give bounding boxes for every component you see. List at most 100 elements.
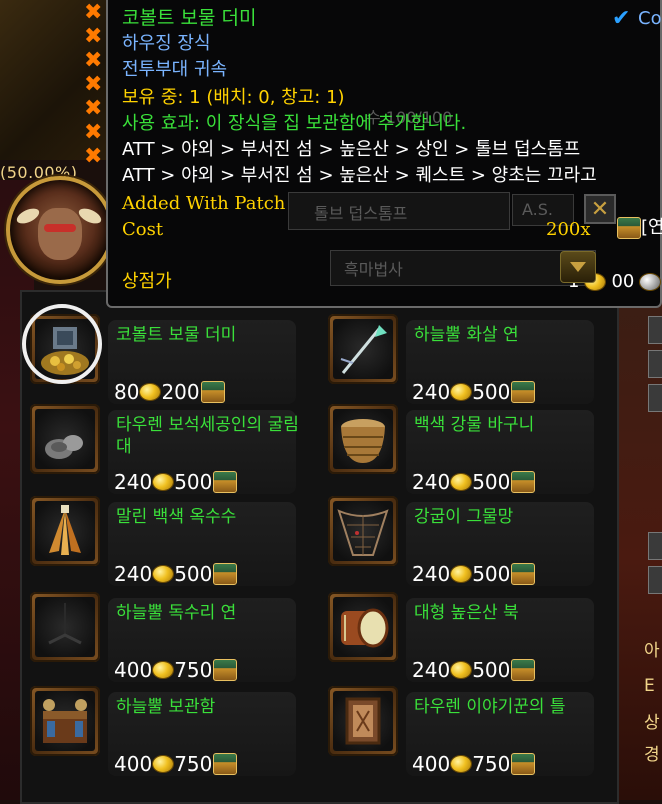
- tooltip-cost-label: Cost: [122, 219, 164, 240]
- storage-chest-icon: [35, 691, 95, 751]
- tooltip-cost-currency: [연: [616, 216, 662, 240]
- right-tab: 경: [644, 745, 660, 765]
- tooltip-binding: 전투부대 귀속: [122, 59, 228, 80]
- currency-chest-icon: [213, 753, 238, 775]
- item-name: 대형 높은산 북: [414, 603, 519, 623]
- item-price: 240 500: [114, 562, 238, 586]
- currency-chest-icon: [511, 563, 536, 585]
- right-tab: 상: [644, 713, 660, 733]
- gold-coin-icon: [153, 566, 174, 582]
- item-icon-button[interactable]: [328, 686, 398, 756]
- right-checkbox[interactable]: [648, 532, 662, 560]
- merchant-item[interactable]: 강굽이 그물망 240 500: [328, 496, 598, 588]
- price-currency: 500: [174, 470, 213, 494]
- item-icon-button[interactable]: [328, 496, 398, 566]
- ghost-class-label: 흑마법사: [344, 260, 403, 279]
- item-name: 타우렌 이야기꾼의 틀: [414, 697, 566, 717]
- quest-x-icon: ✖: [84, 72, 103, 97]
- item-name: 말린 백색 옥수수: [116, 507, 237, 527]
- price-currency: 500: [472, 658, 511, 682]
- quest-x-icon: ✖: [84, 0, 103, 25]
- close-button[interactable]: ✕: [584, 194, 616, 224]
- price-gold: 240: [412, 380, 451, 404]
- merchant-item[interactable]: 타우렌 보석세공인의 굴림대 240 500: [30, 404, 300, 496]
- merchant-item[interactable]: 백색 강물 바구니 240 500: [328, 404, 598, 496]
- merchant-item[interactable]: 대형 높은산 북 240 500: [328, 592, 598, 684]
- quest-x-icon: ✖: [84, 48, 103, 73]
- merchant-item[interactable]: 하늘뿔 독수리 연 400 750: [30, 592, 300, 684]
- price-gold: 400: [114, 752, 153, 776]
- right-checkbox[interactable]: [648, 316, 662, 344]
- merchant-item[interactable]: 말린 백색 옥수수 240 500: [30, 496, 300, 588]
- price-gold: 400: [114, 658, 153, 682]
- item-name: 코볼트 보물 더미: [116, 325, 237, 345]
- gold-coin-icon: [451, 474, 472, 490]
- merchant-item[interactable]: 하늘뿔 보관함 400 750: [30, 686, 300, 778]
- price-currency: 500: [472, 562, 511, 586]
- right-checkbox[interactable]: [648, 566, 662, 594]
- price-currency: 750: [174, 752, 213, 776]
- item-price: 400 750: [114, 752, 238, 776]
- gold-coin-icon: [451, 662, 472, 678]
- item-price: 240 500: [412, 380, 536, 404]
- currency-chest-icon: [213, 659, 238, 681]
- price-gold: 240: [412, 658, 451, 682]
- fishing-net-icon: [333, 501, 393, 561]
- gold-coin-icon: [451, 384, 472, 400]
- price-gold: 240: [412, 470, 451, 494]
- gold-coin-icon: [451, 566, 472, 582]
- price-gold: 80: [114, 380, 140, 404]
- currency-chest-icon: [617, 217, 641, 239]
- gold-coin-icon: [153, 662, 174, 678]
- right-checkbox[interactable]: [648, 350, 662, 378]
- jeweler-roller-icon: [35, 409, 95, 469]
- price-gold: 240: [412, 562, 451, 586]
- right-checkbox[interactable]: [648, 384, 662, 412]
- item-name: 하늘뿔 보관함: [116, 697, 216, 717]
- currency-chest-icon: [511, 381, 536, 403]
- eagle-kite-icon: [35, 597, 95, 657]
- merchant-item[interactable]: 타우렌 이야기꾼의 틀 400 750: [328, 686, 598, 778]
- basket-icon: [333, 409, 393, 469]
- merchant-item[interactable]: 하늘뿔 화살 연 240 500: [328, 314, 598, 406]
- price-currency: 500: [472, 470, 511, 494]
- item-price: 240 500: [114, 470, 238, 494]
- item-name: 백색 강물 바구니: [414, 415, 535, 435]
- tooltip-category: 하우징 장식: [122, 33, 211, 54]
- gold-coin-icon: [140, 384, 161, 400]
- npc-portrait[interactable]: [6, 176, 114, 284]
- price-gold: 240: [114, 470, 153, 494]
- tauren-face-icon: [38, 208, 82, 260]
- item-price: 400 750: [114, 658, 238, 682]
- currency-chest-icon: [511, 471, 536, 493]
- gold-coin-icon: [153, 756, 174, 772]
- quest-x-icon: ✖: [84, 96, 103, 121]
- item-icon-button[interactable]: [328, 404, 398, 474]
- item-icon-button[interactable]: [328, 314, 398, 384]
- right-tab: E: [644, 676, 655, 696]
- currency-chest-icon: [213, 471, 238, 493]
- quest-x-icon: ✖: [84, 120, 103, 145]
- item-icon-button[interactable]: [30, 404, 100, 474]
- price-currency: 500: [472, 380, 511, 404]
- price-gold: 400: [412, 752, 451, 776]
- item-icon-button[interactable]: [30, 496, 100, 566]
- item-icon-button[interactable]: [30, 686, 100, 756]
- price-currency: 500: [174, 562, 213, 586]
- quest-x-icon: ✖: [84, 24, 103, 49]
- item-icon-button[interactable]: [30, 592, 100, 662]
- item-price: 400 750: [412, 752, 536, 776]
- currency-chest-icon: [511, 753, 536, 775]
- item-price: 240 500: [412, 470, 536, 494]
- tooltip-title: 코볼트 보물 더미: [122, 7, 257, 29]
- storyteller-frame-icon: [333, 691, 393, 751]
- right-tab: 아: [644, 641, 660, 661]
- item-icon-button[interactable]: [328, 592, 398, 662]
- checkmark-icon[interactable]: ✔: [612, 6, 630, 31]
- dropdown-arrow-button[interactable]: [560, 251, 596, 283]
- item-price: 80 200: [114, 380, 225, 404]
- item-price: 240 500: [412, 562, 536, 586]
- arrow-kite-icon: [333, 319, 393, 379]
- tooltip-owned: 보유 중: 1 (배치: 0, 창고: 1): [122, 87, 345, 108]
- tooltip-att-path: ATT > 야외 > 부서진 섬 > 높은산 > 퀘스트 > 양초는 끄라고: [122, 165, 597, 186]
